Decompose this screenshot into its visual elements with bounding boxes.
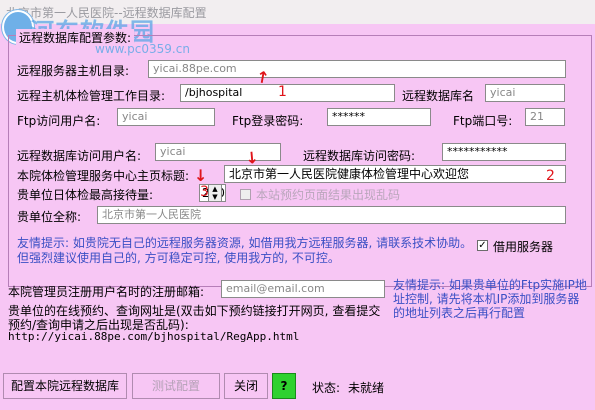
ftp-password-input[interactable]: ****** bbox=[327, 108, 431, 126]
db-password-input[interactable]: *********** bbox=[442, 143, 566, 161]
homepage-title-input[interactable]: 北京市第一人民医院健康体检管理中心欢迎您 bbox=[224, 165, 566, 183]
server-dir-label: 远程服务器主机目录: bbox=[17, 64, 130, 78]
db-name-label: 远程数据库名 bbox=[402, 89, 475, 103]
server-dir-input[interactable]: yicai.88pe.com bbox=[148, 60, 566, 78]
annotation-number-3: 3 bbox=[200, 184, 209, 200]
status-value: 未就绪 bbox=[348, 381, 385, 395]
ftp-user-input[interactable]: yicai bbox=[117, 108, 215, 126]
ftp-port-input[interactable]: 21 bbox=[525, 108, 565, 126]
garbled-checkbox[interactable] bbox=[240, 189, 251, 200]
tip-ftp-ip: 友情提示: 如果贵单位的Ftp实施IP地址控制, 请先将本机IP添加到服务器的地… bbox=[393, 278, 587, 320]
tip-remote-server: 友情提示: 如贵院无自己的远程服务器资源, 如借用我方远程服务器, 请联系技术协… bbox=[17, 236, 473, 265]
ftp-password-label: Ftp登录密码: bbox=[232, 114, 304, 128]
email-label: 本院管理员注册用户名时的注册邮箱: bbox=[8, 285, 205, 299]
db-name-input[interactable]: yicai bbox=[485, 84, 565, 102]
max-wait-label: 贵单位日体检最高接待量: bbox=[17, 188, 154, 202]
db-password-label: 远程数据库访问密码: bbox=[303, 149, 416, 163]
group-legend: 远程数据库配置参数: bbox=[16, 29, 135, 46]
work-dir-input[interactable]: /bjhospital bbox=[180, 84, 395, 102]
close-button[interactable]: 关闭 bbox=[224, 373, 268, 399]
db-user-input[interactable]: yicai bbox=[155, 143, 281, 161]
ftp-user-label: Ftp访问用户名: bbox=[17, 114, 101, 128]
help-button[interactable]: ? bbox=[272, 373, 296, 399]
max-wait-spinner[interactable]: ▲ ▼ bbox=[208, 184, 222, 202]
status-label: 状态: bbox=[312, 381, 341, 395]
annotation-number-2: 2 bbox=[546, 168, 555, 184]
fullname-input[interactable]: 北京市第一人民医院 bbox=[97, 206, 566, 224]
ftp-port-label: Ftp端口号: bbox=[453, 114, 513, 128]
annotation-number-1: 1 bbox=[278, 84, 287, 100]
annotation-arrow-3: ↓ bbox=[194, 166, 208, 185]
booking-url[interactable]: http://yicai.88pe.com/bjhospital/RegApp.… bbox=[8, 330, 299, 343]
borrow-server-label: 借用服务器 bbox=[493, 240, 554, 254]
config-db-button[interactable]: 配置本院远程数据库 bbox=[3, 373, 127, 399]
garbled-checkbox-label: 本站预约页面结果出现乱码 bbox=[256, 188, 401, 202]
borrow-server-checkbox[interactable]: ✓ bbox=[477, 240, 488, 251]
test-config-button[interactable]: 测试配置 bbox=[132, 373, 220, 399]
email-input[interactable]: email@email.com bbox=[221, 280, 385, 298]
fullname-label: 贵单位全称: bbox=[17, 210, 82, 224]
db-user-label: 远程数据库访问用户名: bbox=[17, 149, 142, 163]
booking-description: 贵单位的在线预约、查询网址是(双击如下预约链接打开网页, 查看提交预约/查询申请… bbox=[8, 304, 381, 332]
work-dir-label: 远程主机体检管理工作目录: bbox=[17, 89, 166, 103]
homepage-title-label: 本院体检管理服务中心主页标题: bbox=[17, 169, 190, 183]
